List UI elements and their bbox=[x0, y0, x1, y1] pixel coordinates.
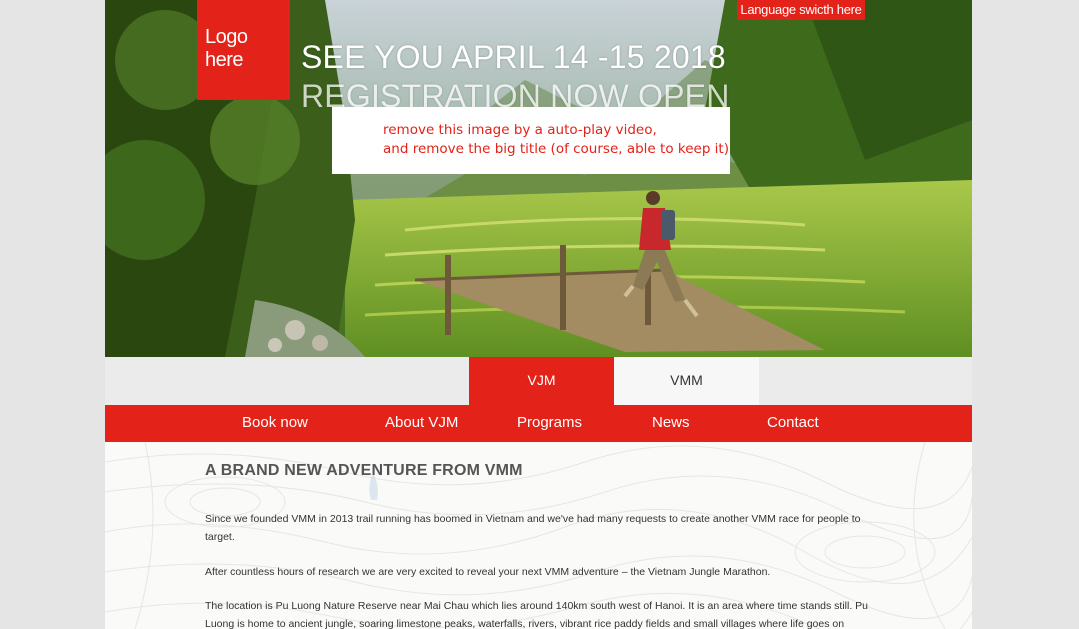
hero-title: SEE YOU APRIL 14 -15 2018 REGISTRATION N… bbox=[301, 38, 730, 116]
tab-vmm[interactable]: VMM bbox=[614, 357, 759, 405]
annotation-note-line-1: remove this image by a auto-play video, bbox=[383, 122, 657, 138]
language-switch[interactable]: Language swicth here bbox=[737, 0, 865, 20]
nav-programs[interactable]: Programs bbox=[517, 405, 582, 440]
nav-contact[interactable]: Contact bbox=[767, 405, 819, 440]
main-content: A BRAND NEW ADVENTURE FROM VMM Since we … bbox=[105, 442, 972, 629]
page: Logo here Language swicth here SEE YOU A… bbox=[105, 0, 972, 629]
tab-vjm[interactable]: VJM bbox=[469, 357, 614, 405]
nav-about-vjm[interactable]: About VJM bbox=[385, 405, 458, 440]
hero-title-line-1: SEE YOU APRIL 14 -15 2018 bbox=[301, 39, 726, 75]
content-heading: A BRAND NEW ADVENTURE FROM VMM bbox=[205, 462, 523, 479]
hero-banner: Logo here Language swicth here SEE YOU A… bbox=[105, 0, 972, 357]
content-paragraph-3: The location is Pu Luong Nature Reserve … bbox=[205, 600, 869, 629]
site-logo[interactable]: Logo here bbox=[197, 0, 290, 100]
annotation-note-line-2: and remove the big title (of course, abl… bbox=[383, 141, 729, 157]
content-paragraph-2: After countless hours of research we are… bbox=[205, 566, 771, 578]
annotation-note: remove this image by a auto-play video, … bbox=[332, 107, 730, 174]
main-nav: Book now About VJM Programs News Contact bbox=[105, 405, 972, 442]
nav-book-now[interactable]: Book now bbox=[242, 405, 308, 440]
content-paragraph-1: Since we founded VMM in 2013 trail runni… bbox=[205, 513, 861, 543]
nav-news[interactable]: News bbox=[652, 405, 690, 440]
event-tabs: VJM VMM bbox=[105, 357, 972, 405]
